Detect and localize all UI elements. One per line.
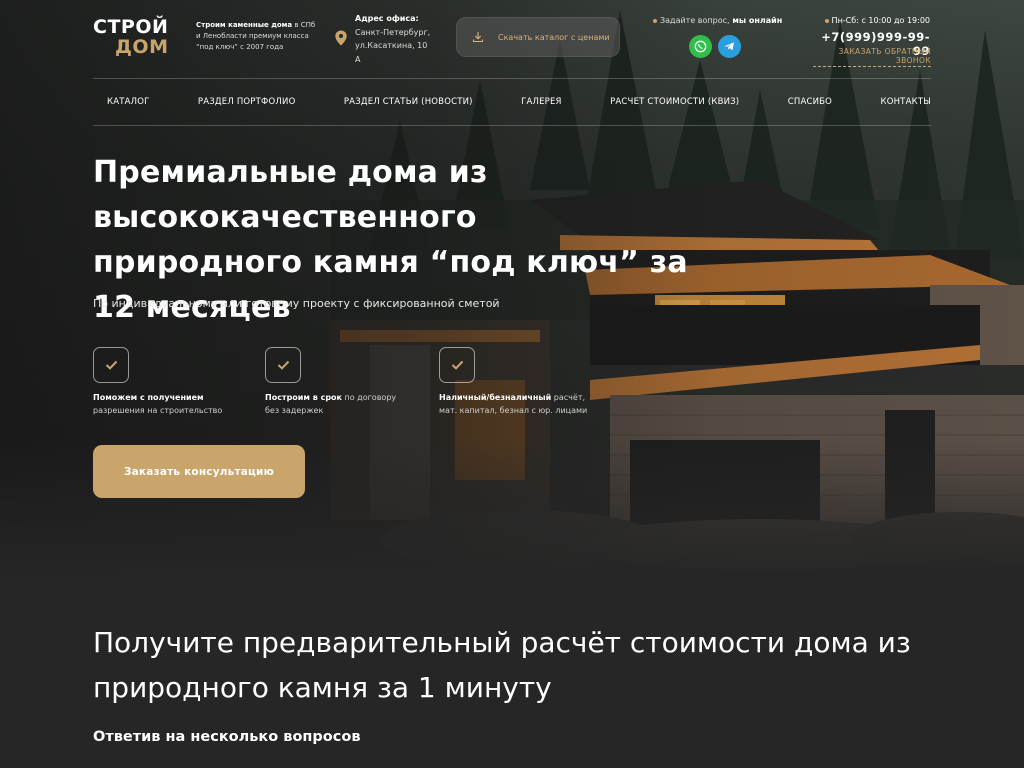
nav-divider-bottom xyxy=(93,125,931,126)
feature-bold: Наличный/безналичный xyxy=(439,393,552,402)
hero-subtitle: По индивидуальному или готовому проекту … xyxy=(93,297,500,310)
feature-payment: Наличный/безналичный расчёт, мат. капитал… xyxy=(439,347,587,417)
nav-item-portfolio[interactable]: РАЗДЕЛ ПОРТФОЛИО xyxy=(198,97,296,107)
online-text: Задайте вопрос, xyxy=(660,16,730,25)
download-catalog-label: Скачать каталог с ценами xyxy=(498,32,610,42)
feature-on-time: Построим в срок по договору без задержек xyxy=(265,347,396,417)
office-address: Адрес офиса: Санкт-Петербург, ул.Касатки… xyxy=(355,12,433,66)
nav-item-thanks[interactable]: СПАСИБО xyxy=(788,97,832,107)
telegram-button[interactable] xyxy=(718,35,741,58)
feature-check-box xyxy=(265,347,301,383)
main-nav: КАТАЛОГ РАЗДЕЛ ПОРТФОЛИО РАЗДЕЛ СТАТЬИ (… xyxy=(93,79,931,125)
nav-item-catalog[interactable]: КАТАЛОГ xyxy=(107,97,150,107)
address-title: Адрес офиса: xyxy=(355,14,419,23)
nav-item-gallery[interactable]: ГАЛЕРЕЯ xyxy=(521,97,562,107)
feature-text: Построим в срок по договору без задержек xyxy=(265,391,396,417)
feature-permit: Поможем с получением разрешения на строит… xyxy=(93,347,222,417)
working-hours: Пн-Сб: с 10:00 до 19:00 xyxy=(818,16,930,25)
feature-bold: Поможем с получением xyxy=(93,393,204,402)
nav-item-quiz[interactable]: РАСЧЕТ СТОИМОСТИ (КВИЗ) xyxy=(610,97,739,107)
online-bold: мы онлайн xyxy=(729,16,783,25)
location-pin-icon xyxy=(335,30,347,46)
address-text: Санкт-Петербург, ул.Касаткина, 10 А xyxy=(355,27,431,64)
hours-dot xyxy=(824,18,829,23)
order-consultation-button[interactable]: Заказать консультацию xyxy=(93,445,305,498)
feature-check-box xyxy=(439,347,475,383)
hours-text: Пн-Сб: с 10:00 до 19:00 xyxy=(831,16,930,25)
logo[interactable]: СТРОЙ ДОМ xyxy=(93,17,175,57)
feature-rest: расчёт, xyxy=(551,393,586,402)
company-tagline: Строим каменные дома в СПб и Ленобласти … xyxy=(196,20,318,53)
whatsapp-icon xyxy=(694,40,707,53)
feature-rest: по договору xyxy=(341,393,397,402)
feature-check-box xyxy=(93,347,129,383)
checkmark-icon xyxy=(451,360,463,370)
feature-text: Поможем с получением разрешения на строит… xyxy=(93,391,222,417)
callback-link[interactable]: ЗАКАЗАТЬ ОБРАТНЫЙ ЗВОНОК xyxy=(813,47,931,67)
tagline-bold: Строим каменные дома xyxy=(196,21,293,29)
download-icon xyxy=(472,32,484,43)
logo-line2: ДОМ xyxy=(115,36,169,58)
telegram-icon xyxy=(724,42,734,51)
online-status: Задайте вопрос, мы онлайн xyxy=(653,16,783,25)
checkmark-icon xyxy=(277,360,289,370)
quiz-subtitle: Ответив на несколько вопросов xyxy=(93,729,361,745)
feature-line2: без задержек xyxy=(265,406,324,415)
whatsapp-button[interactable] xyxy=(689,35,712,58)
feature-line2: разрешения на строительство xyxy=(93,406,223,415)
status-dot xyxy=(653,18,657,23)
download-catalog-button[interactable]: Скачать каталог с ценами xyxy=(456,17,620,57)
nav-item-contacts[interactable]: КОНТАКТЫ xyxy=(880,97,930,107)
feature-text: Наличный/безналичный расчёт, мат. капитал… xyxy=(439,391,587,417)
quiz-title: Получите предварительный расчёт стоимост… xyxy=(93,626,911,704)
logo-line1: СТРОЙ xyxy=(93,16,169,38)
feature-line2: мат. капитал, безнал с юр. лицами xyxy=(439,406,588,415)
feature-bold: Построим в срок xyxy=(265,393,342,402)
checkmark-icon xyxy=(105,360,117,370)
nav-item-articles[interactable]: РАЗДЕЛ СТАТЬИ (НОВОСТИ) xyxy=(344,97,473,107)
